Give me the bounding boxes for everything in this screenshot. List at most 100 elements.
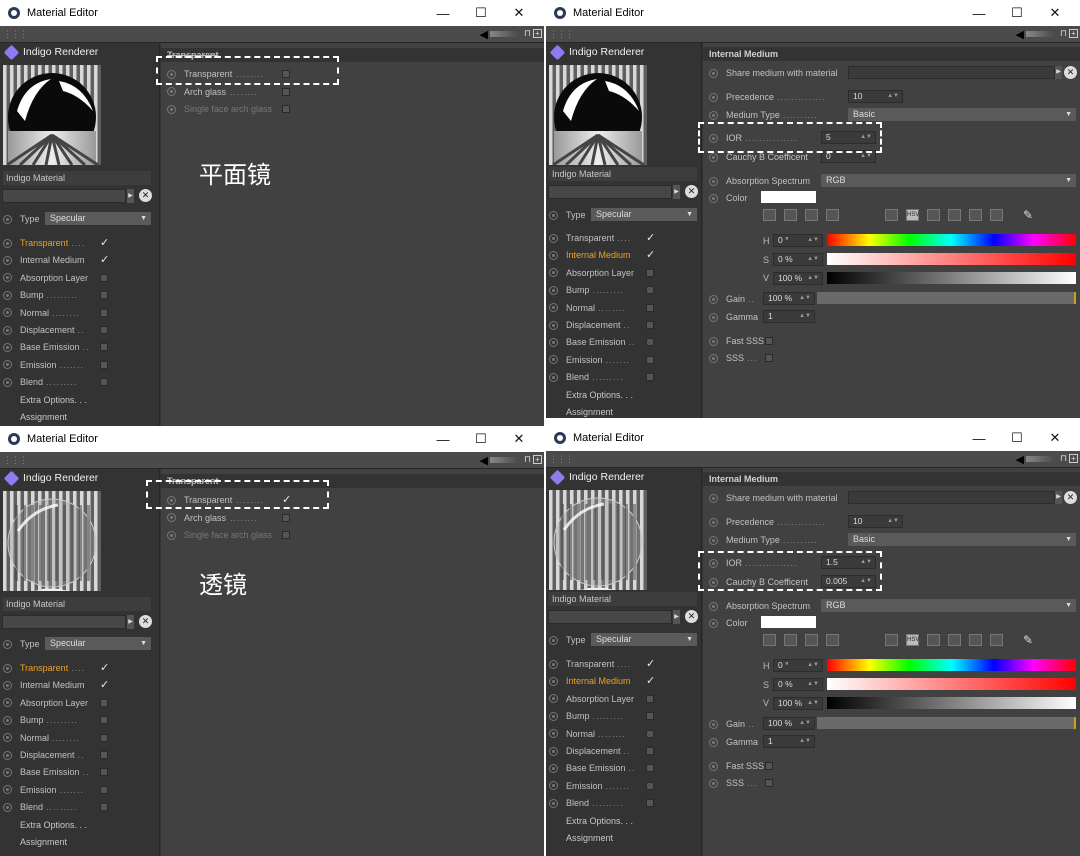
spinner-icon[interactable]: ▲▼ [807, 698, 819, 709]
spinner-icon[interactable]: ▲▼ [807, 235, 819, 246]
material-name[interactable]: Indigo Material [3, 597, 151, 611]
channel-checkbox[interactable] [100, 803, 108, 812]
lock-icon[interactable]: ⊓ [1060, 28, 1067, 39]
image-icon[interactable] [826, 209, 839, 221]
minimize-icon[interactable]: — [960, 431, 998, 446]
absorption-dropdown[interactable]: RGB ▼ [821, 599, 1076, 612]
share-clear-icon[interactable]: ✕ [1064, 491, 1077, 504]
channel-row[interactable]: Displacement.. [549, 318, 631, 332]
channel-checkbox[interactable] [646, 747, 654, 755]
maximize-icon[interactable]: ☐ [998, 5, 1036, 21]
sss-checkbox[interactable] [765, 354, 773, 362]
option-row[interactable]: Arch glass........ [167, 85, 258, 99]
radio-icon[interactable] [709, 761, 718, 771]
radio-icon[interactable] [549, 781, 558, 791]
saturation-slider[interactable] [827, 678, 1076, 690]
channel-row[interactable]: Transparent.... [3, 661, 85, 675]
channel-row[interactable]: Base Emission.. [3, 765, 90, 779]
channel-row[interactable]: Bump......... [3, 713, 78, 727]
radio-icon[interactable] [3, 785, 12, 795]
new-window-icon[interactable]: + [1069, 29, 1078, 38]
gain[interactable]: Gain.. [709, 292, 755, 306]
channel-checkbox[interactable]: ✓ [646, 659, 655, 670]
rgb-icon[interactable] [885, 209, 898, 221]
option-checkbox[interactable] [282, 513, 290, 522]
back-arrow-icon[interactable]: ◀ [480, 454, 488, 467]
fast-sss-checkbox[interactable] [765, 337, 773, 345]
channel-checkbox[interactable] [100, 273, 108, 282]
material-link-field[interactable] [548, 185, 672, 199]
channel-checkbox[interactable] [100, 378, 108, 387]
channel-checkbox[interactable] [100, 785, 108, 794]
back-arrow-icon[interactable]: ◀ [480, 28, 488, 41]
radio-icon[interactable] [549, 729, 558, 739]
radio-icon[interactable] [3, 273, 12, 283]
spectrum-icon[interactable] [784, 634, 797, 646]
radio-icon[interactable] [3, 715, 12, 725]
maximize-icon[interactable]: ☐ [998, 430, 1036, 446]
channel-checkbox[interactable] [646, 712, 654, 721]
spinner-icon[interactable]: ▲▼ [807, 254, 819, 265]
option-row[interactable]: Arch glass........ [167, 511, 258, 525]
channel-row[interactable]: Normal........ [549, 301, 626, 315]
radio-icon[interactable] [709, 737, 718, 747]
channel-row[interactable]: Absorption Layer [3, 696, 91, 710]
gamma[interactable]: Gamma [709, 735, 758, 749]
radio-icon[interactable] [3, 325, 12, 335]
gradient-icon[interactable] [805, 209, 818, 221]
value-slider[interactable] [827, 697, 1076, 709]
channel-checkbox[interactable]: ✓ [646, 250, 655, 261]
channel-checkbox[interactable] [646, 268, 654, 277]
channel-checkbox[interactable]: ✓ [100, 238, 109, 249]
share-medium[interactable]: Share medium with material [709, 66, 838, 80]
channel-row[interactable]: Transparent.... [549, 231, 631, 245]
precedence[interactable]: Precedence.............. [709, 90, 826, 104]
type-dropdown[interactable]: Specular ▼ [45, 212, 151, 225]
eyedropper-icon[interactable]: ✎ [1023, 208, 1033, 222]
swatches-icon[interactable] [990, 634, 1003, 646]
option-checkbox[interactable] [282, 531, 290, 539]
precedence-field[interactable]: 10 ▲▼ [848, 515, 903, 528]
extra-options[interactable]: Extra Options. . . [20, 818, 87, 832]
close-icon[interactable]: ✕ [1036, 5, 1074, 21]
precedence[interactable]: Precedence.............. [709, 515, 826, 529]
radio-icon[interactable] [709, 294, 718, 304]
close-icon[interactable]: ✕ [500, 431, 538, 447]
channel-row[interactable]: Internal Medium [3, 678, 88, 692]
channel-checkbox[interactable] [646, 694, 654, 703]
channel-row[interactable]: Absorption Layer [549, 266, 637, 280]
radio-icon[interactable] [709, 176, 718, 186]
channel-row[interactable]: Transparent.... [3, 236, 85, 250]
channel-row[interactable]: Blend......... [3, 800, 78, 814]
hue-slider[interactable] [827, 659, 1076, 671]
h-field[interactable]: 0 ° ▲▼ [773, 659, 823, 672]
maximize-icon[interactable]: ☐ [462, 5, 500, 21]
share-arrow-icon[interactable]: ▶ [1055, 491, 1062, 504]
radio-icon[interactable] [709, 336, 718, 346]
channel-checkbox[interactable] [100, 343, 108, 352]
channel-row[interactable]: Displacement.. [549, 744, 631, 758]
gain-slider[interactable] [817, 717, 1076, 729]
radio-icon[interactable] [709, 535, 718, 545]
fast-sss[interactable]: Fast SSS [709, 759, 764, 773]
spinner-icon[interactable]: ▲▼ [799, 293, 811, 304]
radio-icon[interactable] [549, 635, 558, 645]
assignment[interactable]: Assignment [20, 410, 67, 424]
precedence-field[interactable]: 10 ▲▼ [848, 90, 903, 103]
radio-icon[interactable] [3, 290, 12, 300]
rgb-icon[interactable] [885, 634, 898, 646]
radio-icon[interactable] [709, 601, 718, 611]
type-dropdown[interactable]: Specular ▼ [591, 208, 697, 221]
radio-icon[interactable] [3, 639, 12, 649]
clear-link-icon[interactable]: ✕ [685, 610, 698, 623]
channel-checkbox[interactable] [646, 373, 654, 382]
close-icon[interactable]: ✕ [1036, 430, 1074, 446]
channel-checkbox[interactable] [100, 291, 108, 300]
minimize-icon[interactable]: — [960, 6, 998, 21]
radio-icon[interactable] [709, 493, 718, 503]
radio-icon[interactable] [3, 680, 12, 690]
channel-row[interactable]: Displacement.. [3, 748, 85, 762]
channel-row[interactable]: Bump......... [549, 283, 624, 297]
extra-options[interactable]: Extra Options. . . [566, 388, 633, 402]
clear-link-icon[interactable]: ✕ [139, 615, 152, 628]
